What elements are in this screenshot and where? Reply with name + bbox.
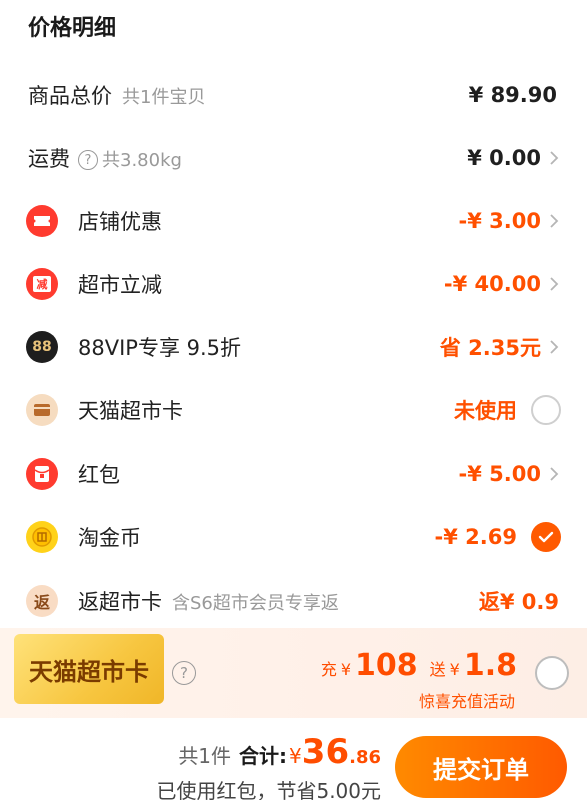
recharge-promo-bar: 天猫超市卡 ? 充 ¥ 108 送 ¥ 1.8 惊喜充值活动 — [0, 628, 587, 718]
row-vip-discount[interactable]: 88 88VIP专享 9.5折 省 2.35元 — [0, 327, 587, 367]
section-title: 价格明细 — [28, 16, 117, 41]
row-sub: 共3.80kg — [102, 150, 182, 171]
total-currency: ¥ — [289, 744, 302, 768]
rebate-icon: 返 — [26, 585, 58, 617]
row-shipping[interactable]: 运费? 共3.80kg ¥ 0.00 — [0, 138, 587, 178]
market-card-badge[interactable]: 天猫超市卡 — [14, 634, 164, 704]
gift-currency: ¥ — [449, 660, 460, 679]
row-value: 省 2.35元 — [439, 336, 541, 360]
row-label: 红包 — [78, 463, 120, 487]
gold-coin-icon — [26, 521, 58, 553]
row-label: 天猫超市卡 — [78, 399, 183, 423]
row-goods-total: 商品总价 共1件宝贝 ¥ 89.90 — [0, 75, 587, 115]
row-sub: 共1件宝贝 — [122, 87, 206, 108]
price-detail-panel: 价格明细 商品总价 共1件宝贝 ¥ 89.90 运费? 共3.80kg ¥ 0.00… — [0, 0, 587, 628]
total-decimal: .86 — [349, 747, 381, 768]
chevron-right-icon — [550, 340, 559, 354]
row-label: 店铺优惠 — [78, 210, 162, 234]
charge-amount: 108 — [355, 648, 418, 683]
row-shop-discount[interactable]: 店铺优惠 -¥ 3.00 — [0, 201, 587, 241]
help-icon[interactable]: ? — [172, 661, 196, 685]
chevron-right-icon — [550, 214, 559, 228]
row-value: ¥ 0.00 — [467, 146, 541, 170]
row-value: -¥ 5.00 — [458, 462, 541, 486]
row-value: ¥ 89.90 — [468, 83, 557, 107]
gift-amount: 1.8 — [463, 648, 517, 683]
market-card-checkbox[interactable] — [531, 395, 561, 425]
chevron-right-icon — [550, 151, 559, 165]
recharge-checkbox[interactable] — [535, 656, 569, 690]
saved-text: 已使用红包，节省5.00元 — [156, 779, 381, 800]
check-icon — [538, 531, 554, 543]
row-market-reduce[interactable]: 减 超市立减 -¥ 40.00 — [0, 264, 587, 304]
row-label: 运费? 共3.80kg — [28, 147, 182, 171]
reduce-icon: 减 — [26, 268, 58, 300]
total-integer: 36 — [301, 732, 350, 772]
row-label: 淘金币 — [78, 526, 141, 550]
red-envelope-icon — [26, 458, 58, 490]
row-label: 超市立减 — [78, 273, 162, 297]
row-value: -¥ 2.69 — [434, 525, 517, 549]
row-label: 88VIP专享 9.5折 — [78, 336, 242, 360]
gift-prefix: 送 — [429, 660, 446, 679]
promo-price: 充 ¥ 108 送 ¥ 1.8 — [321, 648, 517, 683]
ticket-icon — [26, 205, 58, 237]
row-rebate-card: 返 返超市卡 含S6超市会员专享返 返¥ 0.9 — [0, 581, 587, 621]
row-red-envelope[interactable]: 红包 -¥ 5.00 — [0, 454, 587, 494]
gold-coin-checkbox[interactable] — [531, 522, 561, 552]
row-label: 返超市卡 含S6超市会员专享返 — [78, 590, 339, 614]
chevron-right-icon — [550, 277, 559, 291]
row-value: 返¥ 0.9 — [478, 590, 559, 614]
charge-currency: ¥ — [340, 660, 352, 679]
row-market-card[interactable]: 天猫超市卡 未使用 — [0, 390, 587, 430]
submit-order-button[interactable]: 提交订单 — [395, 736, 567, 798]
card-icon — [26, 394, 58, 426]
row-label: 商品总价 共1件宝贝 — [28, 84, 206, 108]
vip88-icon: 88 — [26, 331, 58, 363]
total-label: 合计: — [239, 744, 288, 768]
checkout-footer: 共1件 合计: ¥ 36 .86 已使用红包，节省5.00元 提交订单 — [0, 718, 587, 800]
row-value: 未使用 — [454, 399, 517, 423]
charge-prefix: 充 — [320, 660, 337, 679]
order-total: 共1件 合计: ¥ 36 .86 — [178, 732, 381, 772]
row-gold-coin[interactable]: 淘金币 -¥ 2.69 — [0, 517, 587, 557]
help-icon[interactable]: ? — [78, 150, 98, 170]
promo-note: 惊喜充值活动 — [418, 692, 515, 711]
row-value: -¥ 3.00 — [458, 209, 541, 233]
row-value: -¥ 40.00 — [443, 272, 541, 296]
item-count: 共1件 — [178, 744, 232, 768]
chevron-right-icon — [550, 467, 559, 481]
row-sub: 含S6超市会员专享返 — [172, 593, 339, 614]
